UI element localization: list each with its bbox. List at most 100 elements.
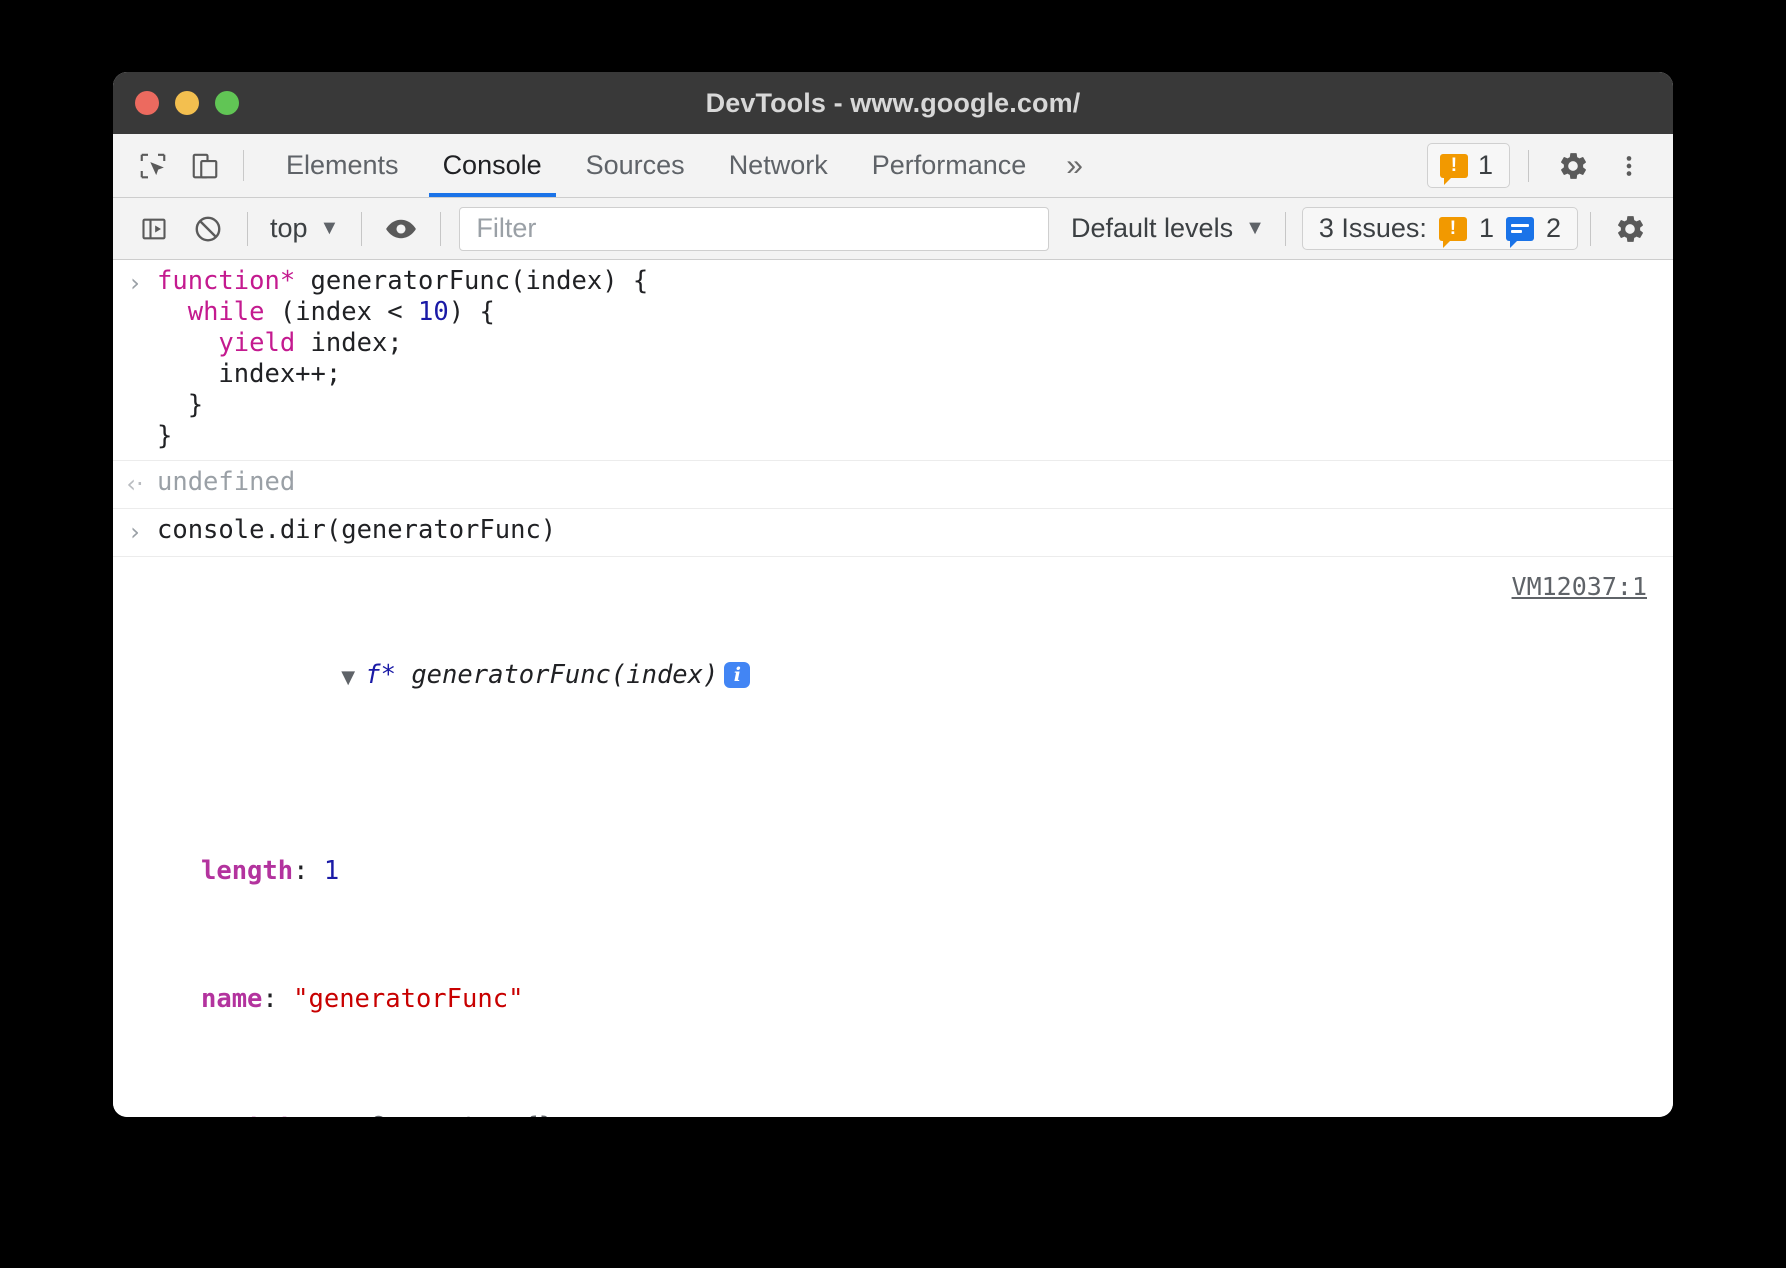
console-object-output: f* generatorFunc(index)i VM12037:1 lengt… — [113, 557, 1673, 1117]
code-text: (index < — [264, 297, 418, 327]
tab-elements[interactable]: Elements — [264, 134, 421, 197]
console-input-entry-2[interactable]: › console.dir(generatorFunc) — [113, 509, 1673, 557]
execution-context-label: top — [270, 213, 308, 244]
screenshot-stage: DevTools - www.google.com/ Elements Cons… — [0, 0, 1786, 1268]
tab-console[interactable]: Console — [421, 134, 564, 197]
console-message-list[interactable]: › function* generatorFunc(index) { while… — [113, 260, 1673, 1117]
property-separator: : — [262, 984, 293, 1014]
panel-tabs: Elements Console Sources Network Perform… — [264, 134, 1101, 197]
tabbar-actions: ! 1 — [1427, 134, 1673, 197]
device-toolbar-icon[interactable] — [179, 134, 231, 197]
object-gutter — [113, 561, 157, 1117]
tab-label: Console — [443, 150, 542, 181]
chevron-down-icon: ▼ — [1245, 217, 1265, 240]
property-value: "generatorFunc" — [293, 984, 523, 1014]
expand-triangle-icon[interactable]: ▶ — [177, 1113, 201, 1117]
code-keyword: yield — [218, 328, 295, 358]
code-keyword: function* — [157, 266, 295, 296]
expand-collapse-triangle-icon[interactable] — [341, 660, 365, 695]
console-input-entry[interactable]: › function* generatorFunc(index) { while… — [113, 260, 1673, 461]
code-text: } — [157, 421, 172, 451]
object-tree: f* generatorFunc(index)i VM12037:1 lengt… — [157, 561, 1673, 1117]
code-number: 10 — [418, 297, 449, 327]
console-toolbar: top ▼ Filter Default levels ▼ 3 Issues: — [113, 198, 1673, 260]
devtools-tabbar: Elements Console Sources Network Perform… — [113, 134, 1673, 198]
object-header-row[interactable]: f* generatorFunc(index)i — [157, 623, 1653, 730]
info-badge-icon — [1506, 217, 1534, 241]
toolbar-divider-4 — [1285, 212, 1286, 246]
close-window-button[interactable] — [135, 91, 159, 115]
console-sidebar-icon[interactable] — [127, 206, 181, 252]
function-star-marker: f* — [365, 660, 396, 690]
property-name: prototype — [201, 1112, 339, 1117]
issues-label: 3 Issues: — [1319, 213, 1427, 244]
property-separator: : — [339, 1112, 370, 1117]
tab-label: Elements — [286, 150, 399, 181]
tab-label: Sources — [586, 150, 685, 181]
tab-network[interactable]: Network — [707, 134, 850, 197]
window-controls — [135, 91, 239, 115]
tab-performance[interactable]: Performance — [850, 134, 1049, 197]
log-levels-label: Default levels — [1071, 213, 1233, 244]
warning-badge-icon: ! — [1440, 154, 1468, 178]
input-arrow-icon: › — [113, 266, 157, 452]
minimize-window-button[interactable] — [175, 91, 199, 115]
log-levels-selector[interactable]: Default levels ▼ — [1063, 213, 1273, 244]
settings-gear-icon[interactable] — [1547, 140, 1599, 192]
issues-warning-count: 1 — [1479, 213, 1494, 244]
code-indent — [157, 297, 188, 327]
property-name: name — [201, 984, 262, 1014]
property-row-name[interactable]: name: "generatorFunc" — [157, 982, 1653, 1017]
devtools-window: DevTools - www.google.com/ Elements Cons… — [113, 72, 1673, 1117]
tab-label: Performance — [872, 150, 1027, 181]
code-text: generatorFunc(index) { — [295, 266, 648, 296]
maximize-window-button[interactable] — [215, 91, 239, 115]
code-text: index++; — [157, 359, 341, 389]
console-input-code: function* generatorFunc(index) { while (… — [157, 266, 1673, 452]
toolbar-divider-3 — [440, 212, 441, 246]
console-input-code-2: console.dir(generatorFunc) — [157, 515, 1673, 548]
live-expression-eye-icon[interactable] — [374, 206, 428, 252]
info-badge-icon[interactable]: i — [724, 662, 750, 688]
code-keyword: while — [188, 297, 265, 327]
warning-count-label: 1 — [1478, 150, 1493, 181]
inspect-cursor-icon[interactable] — [127, 134, 179, 197]
input-arrow-icon: › — [113, 515, 157, 548]
issues-info-count: 2 — [1546, 213, 1561, 244]
more-tabs-chevron-icon[interactable]: » — [1048, 134, 1101, 197]
kebab-menu-icon[interactable] — [1603, 140, 1655, 192]
property-row-length[interactable]: length: 1 — [157, 854, 1653, 889]
issues-button[interactable]: 3 Issues: ! 1 2 — [1302, 207, 1578, 250]
code-text: index; — [295, 328, 402, 358]
toolbar-divider — [247, 212, 248, 246]
filter-input[interactable]: Filter — [459, 207, 1049, 251]
warning-badge-icon: ! — [1439, 217, 1467, 241]
toolbar-divider-5 — [1590, 212, 1591, 246]
result-arrow-icon: ‹· — [113, 467, 157, 500]
chevron-down-icon: ▼ — [320, 217, 340, 240]
filter-placeholder: Filter — [476, 213, 536, 244]
console-settings-gear-icon[interactable] — [1603, 206, 1657, 252]
execution-context-selector[interactable]: top ▼ — [260, 213, 349, 244]
code-text: ) { — [449, 297, 495, 327]
property-row-prototype[interactable]: ▶prototype: Generator {} — [157, 1110, 1653, 1117]
source-location-link[interactable]: VM12037:1 — [1512, 571, 1647, 602]
property-value: 1 — [324, 856, 339, 886]
tabbar-actions-divider — [1528, 150, 1529, 182]
property-separator: : — [293, 856, 324, 886]
tabbar-divider — [243, 150, 244, 181]
console-result-entry: ‹· undefined — [113, 461, 1673, 509]
tab-label: Network — [729, 150, 828, 181]
function-signature: generatorFunc(index) — [396, 660, 718, 690]
window-titlebar: DevTools - www.google.com/ — [113, 72, 1673, 134]
property-value: Generator {} — [370, 1112, 554, 1117]
clear-console-icon[interactable] — [181, 206, 235, 252]
toolbar-divider-2 — [361, 212, 362, 246]
property-name: length — [201, 856, 293, 886]
code-indent — [157, 328, 218, 358]
tab-sources[interactable]: Sources — [564, 134, 707, 197]
console-result-value: undefined — [157, 467, 1673, 500]
code-text: } — [157, 390, 203, 420]
warning-count-button[interactable]: ! 1 — [1427, 143, 1510, 188]
window-title: DevTools - www.google.com/ — [113, 88, 1673, 119]
